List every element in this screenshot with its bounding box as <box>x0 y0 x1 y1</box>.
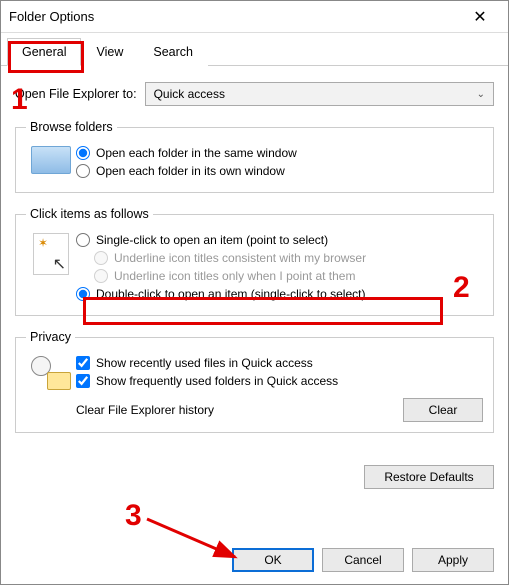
close-icon: ✕ <box>473 7 486 27</box>
window-title: Folder Options <box>9 9 460 24</box>
check-frequent-folders[interactable]: Show frequently used folders in Quick ac… <box>76 374 483 388</box>
radio-own-window-input[interactable] <box>76 164 90 178</box>
radio-double-click-input[interactable] <box>76 287 90 301</box>
radio-same-window-label: Open each folder in the same window <box>96 146 297 160</box>
tab-search[interactable]: Search <box>138 38 208 66</box>
privacy-group: Privacy Show recently used files in Quic… <box>15 330 494 433</box>
ok-button-label: OK <box>264 553 281 567</box>
open-explorer-select[interactable]: Quick access ⌄ <box>145 82 494 106</box>
radio-own-window-label: Open each folder in its own window <box>96 164 285 178</box>
radio-double-click-label: Double-click to open an item (single-cli… <box>96 287 365 301</box>
radio-underline-browser-input <box>94 251 108 265</box>
restore-defaults-button[interactable]: Restore Defaults <box>364 465 494 489</box>
radio-underline-point-input <box>94 269 108 283</box>
tab-general[interactable]: General <box>7 38 81 66</box>
privacy-icon <box>31 356 71 390</box>
radio-underline-point: Underline icon titles only when I point … <box>94 269 483 283</box>
privacy-legend: Privacy <box>26 330 75 344</box>
cancel-button[interactable]: Cancel <box>322 548 404 572</box>
click-items-legend: Click items as follows <box>26 207 153 221</box>
browse-folders-legend: Browse folders <box>26 120 117 134</box>
browse-folders-group: Browse folders Open each folder in the s… <box>15 120 494 193</box>
radio-own-window[interactable]: Open each folder in its own window <box>76 164 483 178</box>
check-recent-files-input[interactable] <box>76 356 90 370</box>
radio-single-click-input[interactable] <box>76 233 90 247</box>
check-frequent-folders-input[interactable] <box>76 374 90 388</box>
cancel-button-label: Cancel <box>344 553 381 567</box>
radio-underline-point-label: Underline icon titles only when I point … <box>114 269 355 283</box>
check-frequent-folders-label: Show frequently used folders in Quick ac… <box>96 374 338 388</box>
radio-underline-browser: Underline icon titles consistent with my… <box>94 251 483 265</box>
close-button[interactable]: ✕ <box>460 2 500 32</box>
click-icon <box>33 233 69 275</box>
tab-view[interactable]: View <box>81 38 138 66</box>
open-explorer-value: Quick access <box>154 87 225 101</box>
click-items-group: Click items as follows Single-click to o… <box>15 207 494 316</box>
radio-same-window[interactable]: Open each folder in the same window <box>76 146 483 160</box>
check-recent-files-label: Show recently used files in Quick access <box>96 356 313 370</box>
dialog-footer: OK Cancel Apply <box>232 548 494 572</box>
annotation-number-3: 3 <box>125 499 142 533</box>
folder-icon <box>31 146 71 174</box>
clear-button[interactable]: Clear <box>403 398 483 422</box>
radio-single-click[interactable]: Single-click to open an item (point to s… <box>76 233 483 247</box>
radio-double-click[interactable]: Double-click to open an item (single-cli… <box>76 287 483 301</box>
radio-same-window-input[interactable] <box>76 146 90 160</box>
open-explorer-label: Open File Explorer to: <box>15 87 137 101</box>
tab-strip: General View Search <box>1 33 508 66</box>
tab-view-label: View <box>96 45 123 59</box>
tab-general-label: General <box>22 45 66 59</box>
clear-history-label: Clear File Explorer history <box>76 403 214 417</box>
apply-button[interactable]: Apply <box>412 548 494 572</box>
open-explorer-row: Open File Explorer to: Quick access ⌄ <box>15 82 494 106</box>
ok-button[interactable]: OK <box>232 548 314 572</box>
clear-button-label: Clear <box>429 403 458 417</box>
apply-button-label: Apply <box>438 553 468 567</box>
content-panel: Open File Explorer to: Quick access ⌄ Br… <box>1 66 508 459</box>
restore-defaults-label: Restore Defaults <box>384 470 473 484</box>
titlebar: Folder Options ✕ <box>1 1 508 33</box>
check-recent-files[interactable]: Show recently used files in Quick access <box>76 356 483 370</box>
radio-single-click-label: Single-click to open an item (point to s… <box>96 233 328 247</box>
folder-options-window: Folder Options ✕ General View Search Ope… <box>0 0 509 585</box>
chevron-down-icon: ⌄ <box>477 89 485 100</box>
tab-search-label: Search <box>153 45 193 59</box>
radio-underline-browser-label: Underline icon titles consistent with my… <box>114 251 366 265</box>
